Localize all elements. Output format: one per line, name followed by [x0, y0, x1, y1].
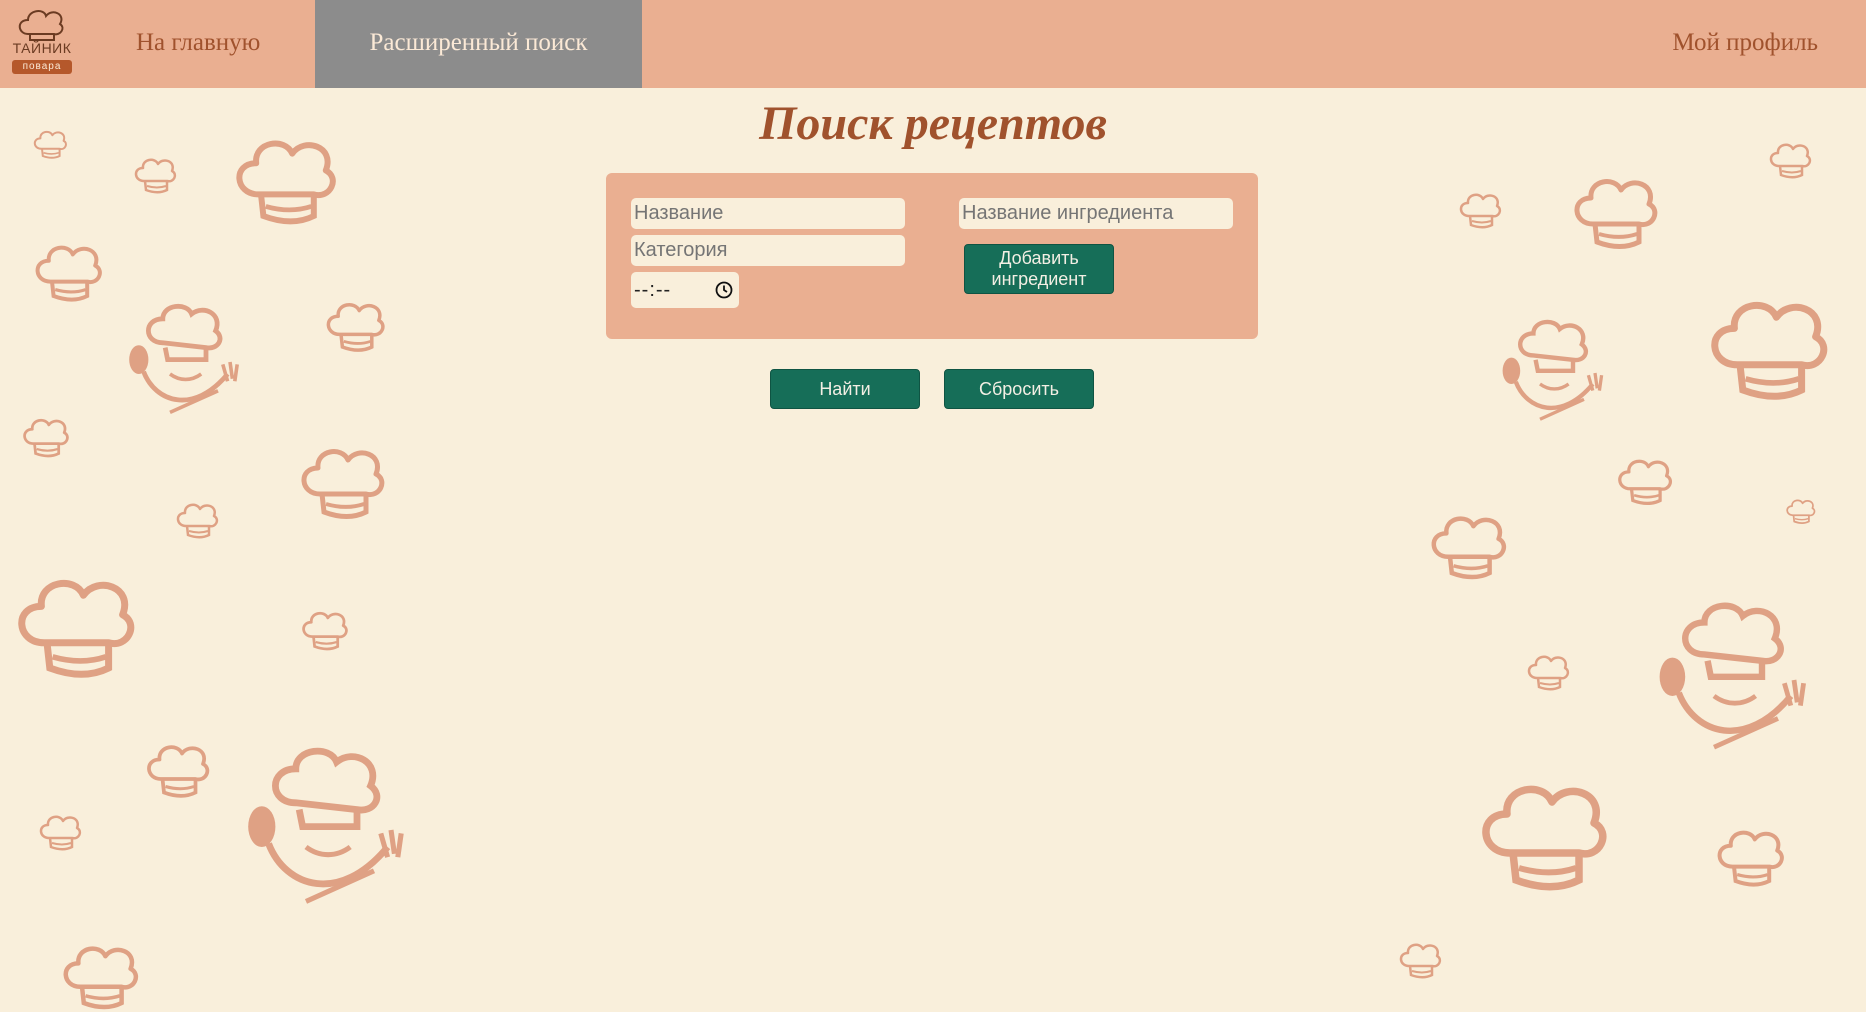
page-title: Поиск рецептов: [759, 97, 1107, 150]
chef-hat-icon: [1395, 940, 1445, 980]
category-input[interactable]: [631, 235, 905, 266]
chef-hat-icon: [18, 10, 64, 41]
chef-hat-icon: [1710, 825, 1790, 889]
find-button[interactable]: Найти: [770, 369, 920, 409]
chef-hat-icon: [1612, 455, 1677, 507]
chef-with-utensils-icon: [238, 745, 408, 915]
nav-advanced-search-tab[interactable]: Расширенный поиск: [315, 0, 642, 88]
chef-hat-icon: [18, 415, 73, 459]
time-value: --:--: [634, 279, 672, 301]
chef-hat-icon: [172, 500, 222, 540]
chef-hat-icon: [1423, 510, 1513, 582]
top-nav-bar: ТАЙНИК повара На главную Расширенный пои…: [0, 0, 1866, 88]
chef-hat-icon: [1523, 652, 1573, 692]
chef-hat-icon: [320, 298, 390, 354]
chef-hat-icon: [1468, 775, 1618, 895]
recipe-name-input[interactable]: [631, 198, 905, 229]
chef-hat-icon: [1455, 190, 1505, 230]
chef-with-utensils-icon: [1496, 318, 1606, 428]
chef-with-utensils-icon: [1650, 600, 1810, 760]
ingredient-name-input[interactable]: [959, 198, 1233, 229]
logo-text: ТАЙНИК: [12, 40, 72, 56]
chef-hat-icon: [35, 812, 85, 852]
add-ingredient-button[interactable]: Добавить ингредиент: [964, 244, 1114, 294]
nav-home-link[interactable]: На главную: [136, 0, 260, 88]
chef-hat-icon: [1565, 172, 1665, 252]
chef-with-utensils-icon: [122, 302, 242, 422]
chef-hat-icon: [5, 570, 145, 682]
chef-hat-icon: [130, 155, 180, 195]
chef-hat-icon: [140, 740, 215, 800]
chef-hat-icon: [297, 608, 352, 652]
clock-icon[interactable]: [715, 281, 733, 299]
chef-hat-icon: [55, 940, 145, 1012]
logo-ribbon-text: повара: [12, 60, 72, 74]
chef-hat-icon: [28, 240, 108, 304]
reset-button[interactable]: Сбросить: [944, 369, 1094, 409]
nav-profile-link[interactable]: Мой профиль: [1672, 0, 1818, 88]
chef-hat-icon: [1783, 497, 1818, 525]
search-form-panel: --:-- Добавить ингредиент: [606, 173, 1258, 339]
site-logo[interactable]: ТАЙНИК повара: [4, 4, 80, 76]
chef-hat-icon: [292, 442, 392, 522]
chef-hat-icon: [1698, 292, 1838, 404]
cooking-time-input[interactable]: --:--: [631, 272, 739, 308]
